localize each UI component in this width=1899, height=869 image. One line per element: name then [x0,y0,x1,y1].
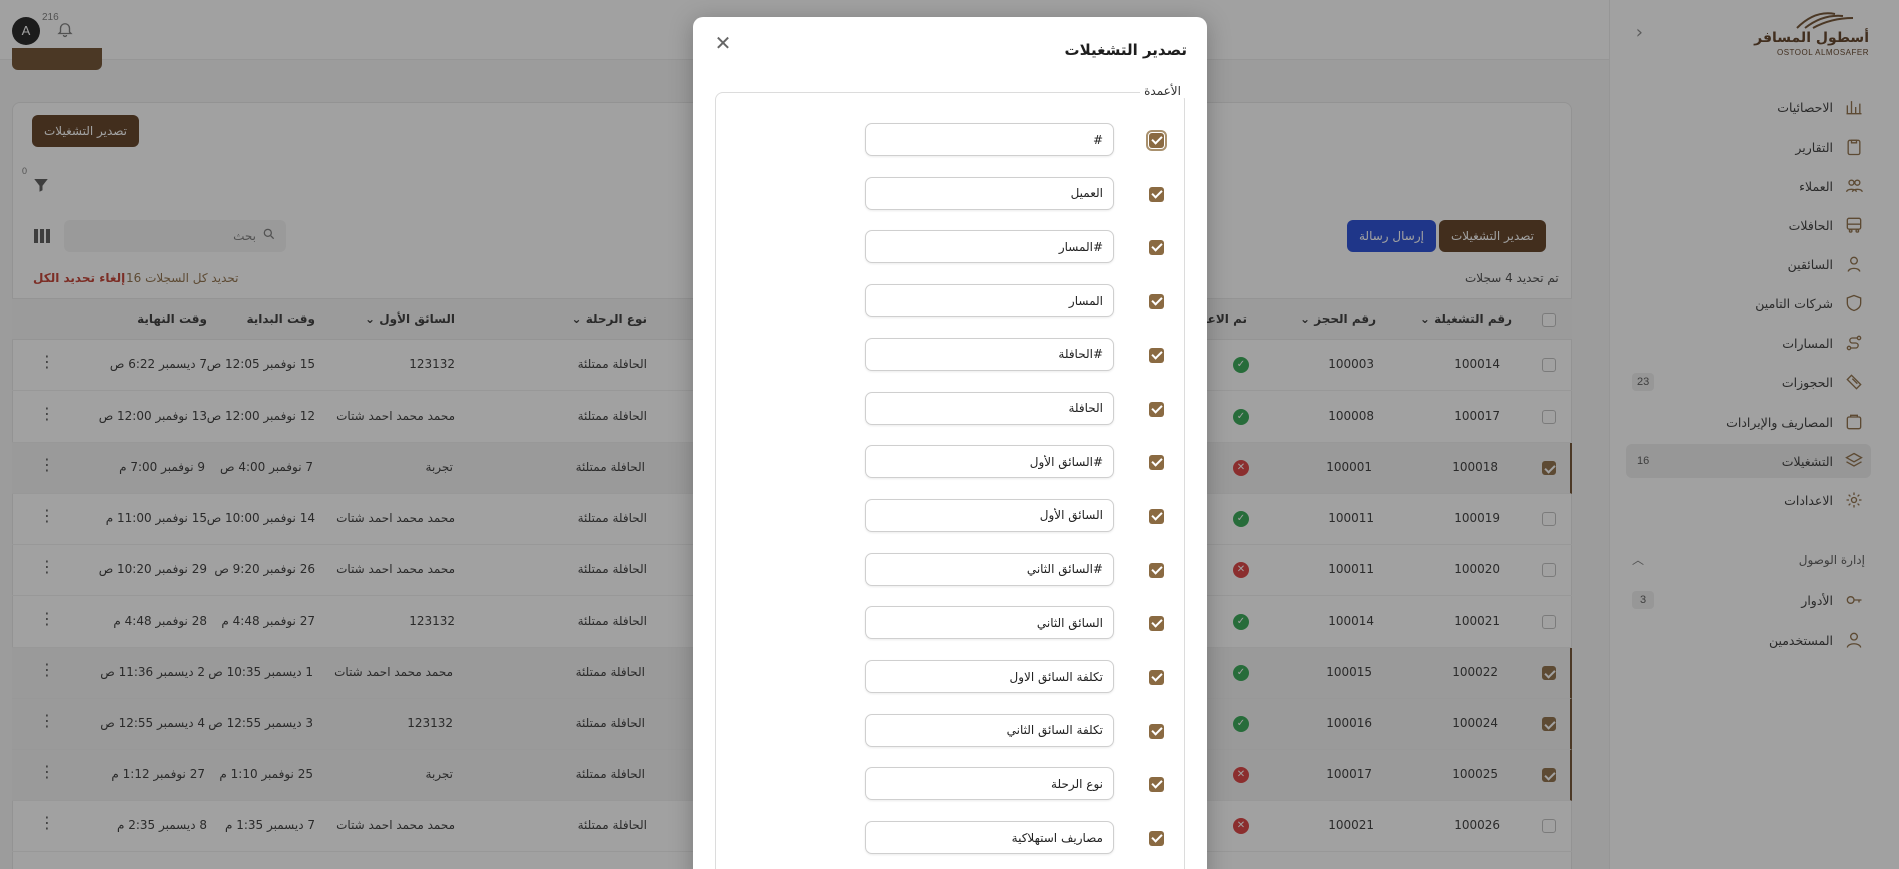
column-name-input[interactable] [865,176,1114,210]
column-option [693,498,1207,533]
column-name-input[interactable] [865,284,1114,318]
column-name-input[interactable] [865,123,1114,156]
column-checkbox[interactable] [1149,186,1164,202]
column-checkbox[interactable] [1149,347,1164,363]
column-checkbox[interactable] [1149,831,1164,847]
column-checkbox[interactable] [1149,508,1164,524]
column-name-input[interactable] [865,445,1114,479]
column-name-input[interactable] [865,713,1114,747]
column-name-input[interactable] [865,767,1114,801]
column-name-input[interactable] [865,391,1114,425]
close-icon[interactable]: ✕ [711,31,735,55]
column-name-input[interactable] [865,606,1114,640]
column-option [693,552,1207,587]
column-option [693,606,1207,640]
column-option [693,660,1207,694]
column-checkbox[interactable] [1149,777,1164,793]
column-name-input[interactable] [865,337,1114,371]
column-option [693,445,1207,479]
export-modal: ✕ تصدير التشغيلات الأعمدة [693,17,1207,869]
column-checkbox[interactable] [1149,723,1164,739]
column-option [693,230,1207,264]
column-checkbox[interactable] [1146,130,1167,151]
column-checkbox[interactable] [1149,294,1164,310]
column-name-input[interactable] [865,821,1114,855]
column-option [693,123,1207,157]
column-option [693,176,1207,211]
modal-title: تصدير التشغيلات [1064,41,1187,59]
column-name-input[interactable] [865,552,1114,586]
column-name-input[interactable] [865,230,1114,264]
column-name-input[interactable] [865,660,1114,693]
columns-legend: الأعمدة [1140,84,1185,98]
column-checkbox[interactable] [1149,401,1164,417]
column-name-input[interactable] [865,498,1114,532]
column-option [693,767,1207,801]
column-option [693,713,1207,748]
column-checkbox[interactable] [1149,562,1164,578]
column-checkbox[interactable] [1149,240,1164,256]
column-option [693,337,1207,372]
column-checkbox[interactable] [1149,616,1164,632]
column-checkbox[interactable] [1149,670,1164,685]
column-option [693,284,1207,318]
column-option [693,391,1207,426]
column-checkbox[interactable] [1149,455,1164,471]
column-option [693,821,1207,855]
